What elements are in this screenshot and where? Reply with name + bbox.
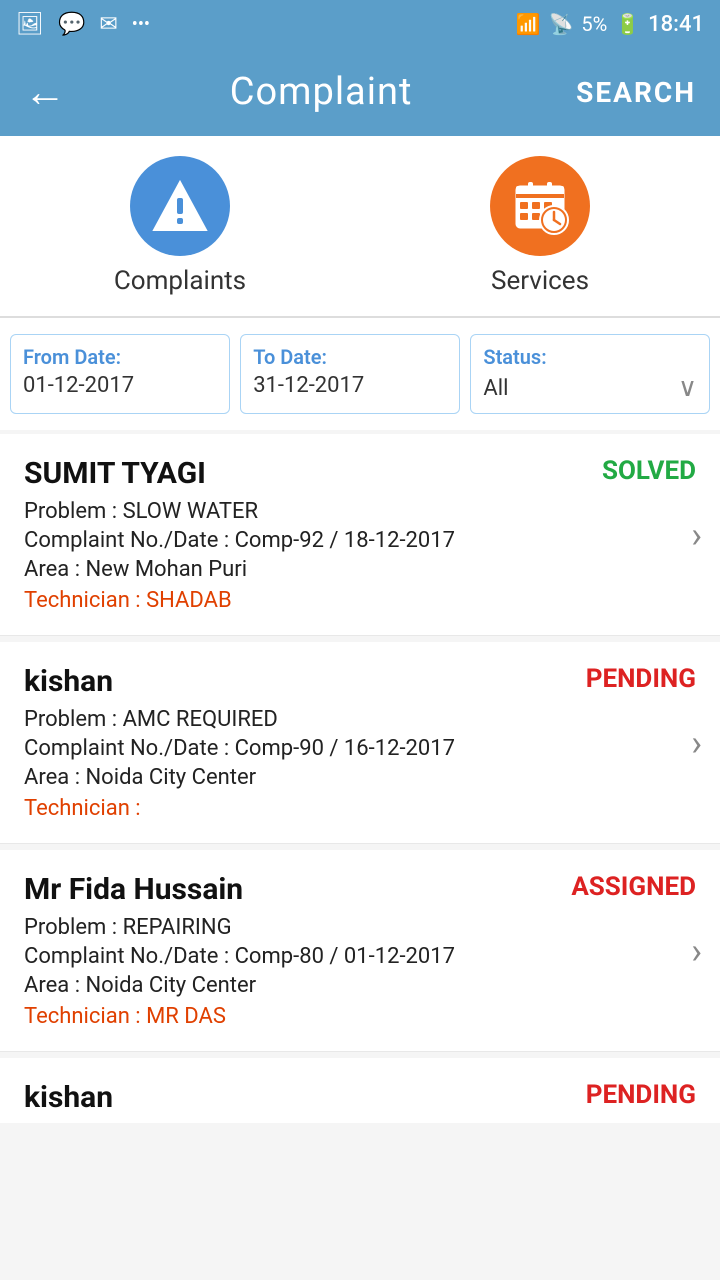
complaint-no-date-0: Complaint No./Date : Comp-92 / 18-12-201… [24, 528, 696, 553]
to-date-value: 31-12-2017 [253, 373, 447, 398]
page-title: Complaint [230, 70, 413, 114]
status-value: All [483, 376, 508, 401]
services-icon-circle [490, 156, 590, 256]
complaint-no-date-1: Complaint No./Date : Comp-90 / 16-12-201… [24, 736, 696, 761]
status-badge-2: ASSIGNED [571, 872, 696, 902]
complaint-arrow-2[interactable]: › [691, 930, 702, 972]
complaint-problem-2: Problem : REPAIRING [24, 915, 696, 940]
back-button[interactable]: ← [24, 68, 66, 117]
from-date-label: From Date: [23, 345, 217, 369]
status-bar-right: 📶 📡 5% 🔋 18:41 [516, 12, 704, 37]
complaint-card-3[interactable]: kishan PENDING [0, 1058, 720, 1123]
complaint-card-0[interactable]: SUMIT TYAGI SOLVED Problem : SLOW WATER … [0, 434, 720, 636]
from-date-filter[interactable]: From Date: 01-12-2017 [10, 334, 230, 414]
status-badge-0: SOLVED [602, 456, 696, 486]
complaint-name-3: kishan [24, 1080, 113, 1115]
status-bar-left: 🖼 💬 ✉ ••• [16, 12, 150, 37]
complaint-technician-2: Technician : MR DAS [24, 1004, 696, 1029]
complaint-technician-1: Technician : [24, 796, 696, 821]
complaint-name-0: SUMIT TYAGI [24, 456, 206, 491]
complaint-name-2: Mr Fida Hussain [24, 872, 243, 907]
warning-icon [150, 176, 210, 236]
signal-icon: 📡 [548, 12, 573, 36]
complaints-icon-circle [130, 156, 230, 256]
complaint-header-1: kishan PENDING [24, 664, 696, 699]
status-filter[interactable]: Status: All ∨ [470, 334, 710, 414]
complaints-list: SUMIT TYAGI SOLVED Problem : SLOW WATER … [0, 434, 720, 1123]
image-icon: 🖼 [16, 12, 44, 37]
complaint-header-2: Mr Fida Hussain ASSIGNED [24, 872, 696, 907]
complaint-card-1[interactable]: kishan PENDING Problem : AMC REQUIRED Co… [0, 642, 720, 844]
complaint-problem-1: Problem : AMC REQUIRED [24, 707, 696, 732]
complaint-technician-0: Technician : SHADAB [24, 588, 696, 613]
complaints-tab-label: Complaints [114, 266, 246, 296]
more-icon: ••• [132, 14, 150, 35]
tab-services[interactable]: Services [360, 156, 720, 306]
complaint-arrow-0[interactable]: › [691, 514, 702, 556]
complaint-name-1: kishan [24, 664, 113, 699]
search-button[interactable]: SEARCH [576, 76, 696, 109]
status-badge-1: PENDING [586, 664, 696, 694]
complaint-arrow-1[interactable]: › [691, 722, 702, 764]
mail-icon: ✉ [99, 12, 117, 37]
battery-icon: 🔋 [615, 12, 640, 36]
status-label: Status: [483, 345, 697, 369]
tab-complaints[interactable]: Complaints [0, 156, 360, 306]
status-bar: 🖼 💬 ✉ ••• 📶 📡 5% 🔋 18:41 [0, 0, 720, 48]
status-value-row: All ∨ [483, 373, 697, 403]
complaint-card-2[interactable]: Mr Fida Hussain ASSIGNED Problem : REPAI… [0, 850, 720, 1052]
complaint-area-2: Area : Noida City Center [24, 973, 696, 998]
complaint-header-3: kishan PENDING [24, 1080, 696, 1115]
from-date-value: 01-12-2017 [23, 373, 217, 398]
filter-row: From Date: 01-12-2017 To Date: 31-12-201… [0, 318, 720, 430]
to-date-label: To Date: [253, 345, 447, 369]
services-tab-label: Services [491, 266, 589, 296]
complaint-area-1: Area : Noida City Center [24, 765, 696, 790]
app-bar: ← Complaint SEARCH [0, 48, 720, 136]
time-display: 18:41 [648, 12, 704, 37]
complaint-header-0: SUMIT TYAGI SOLVED [24, 456, 696, 491]
complaint-area-0: Area : New Mohan Puri [24, 557, 696, 582]
complaint-problem-0: Problem : SLOW WATER [24, 499, 696, 524]
to-date-filter[interactable]: To Date: 31-12-2017 [240, 334, 460, 414]
status-badge-3: PENDING [586, 1080, 696, 1110]
chevron-down-icon: ∨ [678, 373, 697, 403]
calendar-icon [510, 176, 570, 236]
chat-icon: 💬 [58, 12, 85, 37]
wifi-icon: 📶 [516, 12, 541, 36]
complaint-no-date-2: Complaint No./Date : Comp-80 / 01-12-201… [24, 944, 696, 969]
battery-text: 5% [581, 12, 607, 36]
tabs-section: Complaints [0, 136, 720, 318]
